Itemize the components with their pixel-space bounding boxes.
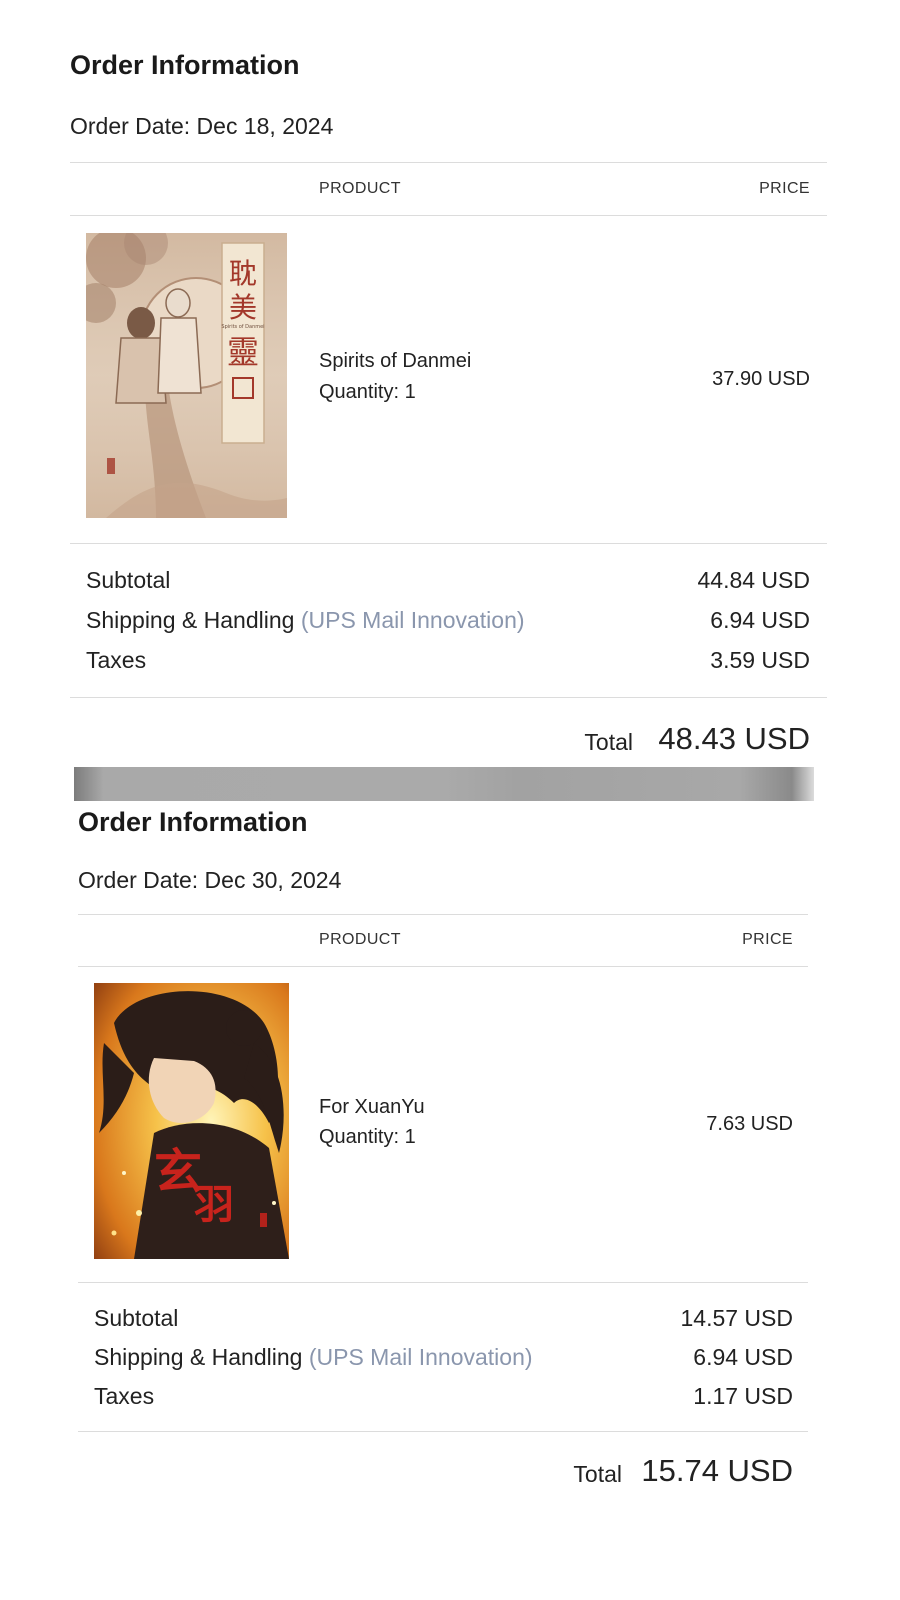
shipping-value: 6.94 USD [693,1344,793,1370]
section-separator-bar [74,767,814,801]
divider [70,543,827,544]
shipping-label: Shipping & Handling (UPS Mail Innovation… [94,1344,533,1371]
taxes-label: Taxes [86,647,147,673]
shipping-label: Shipping & Handling (UPS Mail Innovation… [86,607,525,634]
product-price: 7.63 USD [706,1113,793,1135]
shipping-carrier: (UPS Mail Innovation) [300,607,525,633]
product-price: 37.90 USD [712,368,810,390]
divider [70,697,827,698]
product-name: Spirits of Danmei [319,350,472,372]
shipping-carrier: (UPS Mail Innovation) [308,1344,533,1370]
taxes-value: 3.59 USD [710,647,810,673]
divider [78,966,808,967]
product-quantity: Quantity: 1 [319,381,416,403]
svg-text:靈: 靈 [227,333,259,371]
product-name: For XuanYu [319,1096,425,1118]
order-date: Order Date: Dec 30, 2024 [78,867,342,893]
divider [78,1431,808,1432]
order-title: Order Information [78,807,308,837]
column-header-price: PRICE [759,180,810,197]
subtotal-value: 44.84 USD [697,567,810,593]
product-quantity: Quantity: 1 [319,1126,416,1148]
product-cover-image: 耽 美 Spirits of Danmei 靈 [86,233,287,518]
total-value: 48.43 USD [658,721,810,756]
shipping-label-text: Shipping & Handling [94,1344,303,1370]
subtotal-label: Subtotal [94,1305,179,1331]
column-header-product: PRODUCT [319,180,401,197]
column-header-price: PRICE [742,931,793,948]
order-date: Order Date: Dec 18, 2024 [70,113,334,139]
svg-text:羽: 羽 [194,1181,234,1228]
subtotal-value: 14.57 USD [680,1305,793,1331]
total-value: 15.74 USD [641,1453,793,1488]
svg-text:Spirits of Danmei: Spirits of Danmei [221,324,264,330]
divider [78,914,808,915]
subtotal-label: Subtotal [86,567,171,593]
order-title: Order Information [70,50,300,80]
column-header-product: PRODUCT [319,931,401,948]
taxes-value: 1.17 USD [693,1383,793,1409]
shipping-label-text: Shipping & Handling [86,607,295,633]
svg-text:美: 美 [229,291,257,324]
divider [70,215,827,216]
divider [78,1282,808,1283]
shipping-value: 6.94 USD [710,607,810,633]
total-label: Total [573,1461,622,1487]
divider [70,162,827,163]
total-label: Total [584,729,633,755]
svg-text:耽: 耽 [229,257,257,290]
product-cover-image: 玄 羽 [94,983,289,1259]
taxes-label: Taxes [94,1383,155,1409]
